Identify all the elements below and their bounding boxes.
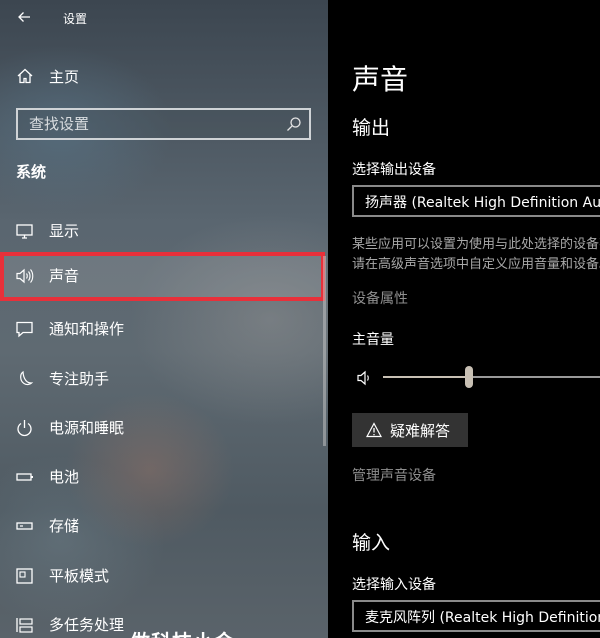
input-device-dropdown[interactable]: 麦克风阵列 (Realtek High Definition Audio): [352, 600, 600, 632]
sidebar-item-focus-assist[interactable]: 专注助手: [0, 355, 328, 404]
window-title: 设置: [63, 12, 88, 26]
troubleshoot-button[interactable]: 疑难解答: [352, 413, 468, 447]
input-device-label: 选择输入设备: [352, 577, 436, 593]
sidebar-item-home[interactable]: 主页: [0, 60, 328, 92]
settings-sidebar: 设置 主页 系统 显示 声音 通知和操作: [0, 0, 328, 638]
input-heading: 输入: [352, 532, 391, 554]
power-icon: [15, 419, 35, 437]
output-device-label: 选择输出设备: [352, 162, 436, 178]
search-box[interactable]: [16, 108, 311, 140]
search-input[interactable]: [18, 110, 278, 138]
output-description-line: 请在高级声音选项中自定义应用音量和设备。: [352, 257, 600, 272]
page-title: 声音: [352, 63, 409, 96]
multitasking-icon: [15, 616, 35, 634]
home-icon: [16, 67, 34, 85]
sidebar-item-label: 多任务处理: [49, 616, 125, 634]
storage-drive-icon: [15, 517, 35, 535]
manage-sound-devices-link[interactable]: 管理声音设备: [352, 465, 436, 485]
sidebar-item-label: 通知和操作: [49, 320, 125, 338]
sidebar-item-battery[interactable]: 电池: [0, 453, 328, 502]
speaker-icon: [15, 267, 35, 285]
chat-bubble-icon: [15, 320, 35, 338]
sidebar-item-power-sleep[interactable]: 电源和睡眠: [0, 404, 328, 453]
device-properties-link[interactable]: 设备属性: [352, 288, 408, 308]
slider-thumb[interactable]: [464, 366, 473, 388]
sidebar-item-label: 专注助手: [49, 370, 110, 388]
home-label: 主页: [49, 68, 80, 86]
sidebar-item-label: 存储: [49, 517, 80, 535]
sidebar-item-label: 声音: [49, 267, 80, 285]
output-description-line: 某些应用可以设置为使用与此处选择的设备不同的: [352, 237, 600, 252]
watermark-text: 做科技小金: [130, 626, 235, 638]
tablet-mode-icon: [15, 567, 35, 585]
output-heading: 输出: [352, 117, 391, 139]
search-icon[interactable]: [286, 116, 302, 132]
title-bar: 设置: [0, 0, 328, 36]
back-arrow-icon[interactable]: [14, 6, 36, 28]
slider-fill: [383, 376, 469, 378]
battery-icon: [15, 468, 35, 486]
sidebar-scrollbar[interactable]: [323, 256, 326, 446]
troubleshoot-label: 疑难解答: [390, 422, 451, 440]
input-device-value: 麦克风阵列 (Realtek High Definition Audio): [365, 610, 600, 626]
sidebar-item-label: 平板模式: [49, 567, 110, 585]
master-volume-label: 主音量: [352, 332, 394, 348]
monitor-icon: [15, 222, 35, 240]
sidebar-item-notifications[interactable]: 通知和操作: [0, 305, 328, 354]
output-device-dropdown[interactable]: 扬声器 (Realtek High Definition Audio): [352, 185, 600, 217]
output-description: 某些应用可以设置为使用与此处选择的设备不同的 请在高级声音选项中自定义应用音量和…: [352, 235, 600, 275]
sidebar-item-storage[interactable]: 存储: [0, 502, 328, 551]
sidebar-item-label: 电池: [49, 468, 80, 486]
section-title: 系统: [16, 163, 47, 181]
sidebar-item-label: 显示: [49, 222, 80, 240]
sidebar-item-sound[interactable]: 声音: [0, 252, 325, 301]
sidebar-item-display[interactable]: 显示: [0, 207, 328, 256]
warning-icon: [365, 422, 383, 438]
volume-speaker-icon[interactable]: [356, 369, 374, 387]
moon-icon: [15, 370, 35, 388]
master-volume-slider[interactable]: [383, 366, 600, 388]
sound-settings-panel: 声音 输出 选择输出设备 扬声器 (Realtek High Definitio…: [328, 0, 600, 638]
sidebar-item-label: 电源和睡眠: [49, 419, 125, 437]
sidebar-item-tablet-mode[interactable]: 平板模式: [0, 552, 328, 601]
output-device-value: 扬声器 (Realtek High Definition Audio): [365, 195, 600, 211]
